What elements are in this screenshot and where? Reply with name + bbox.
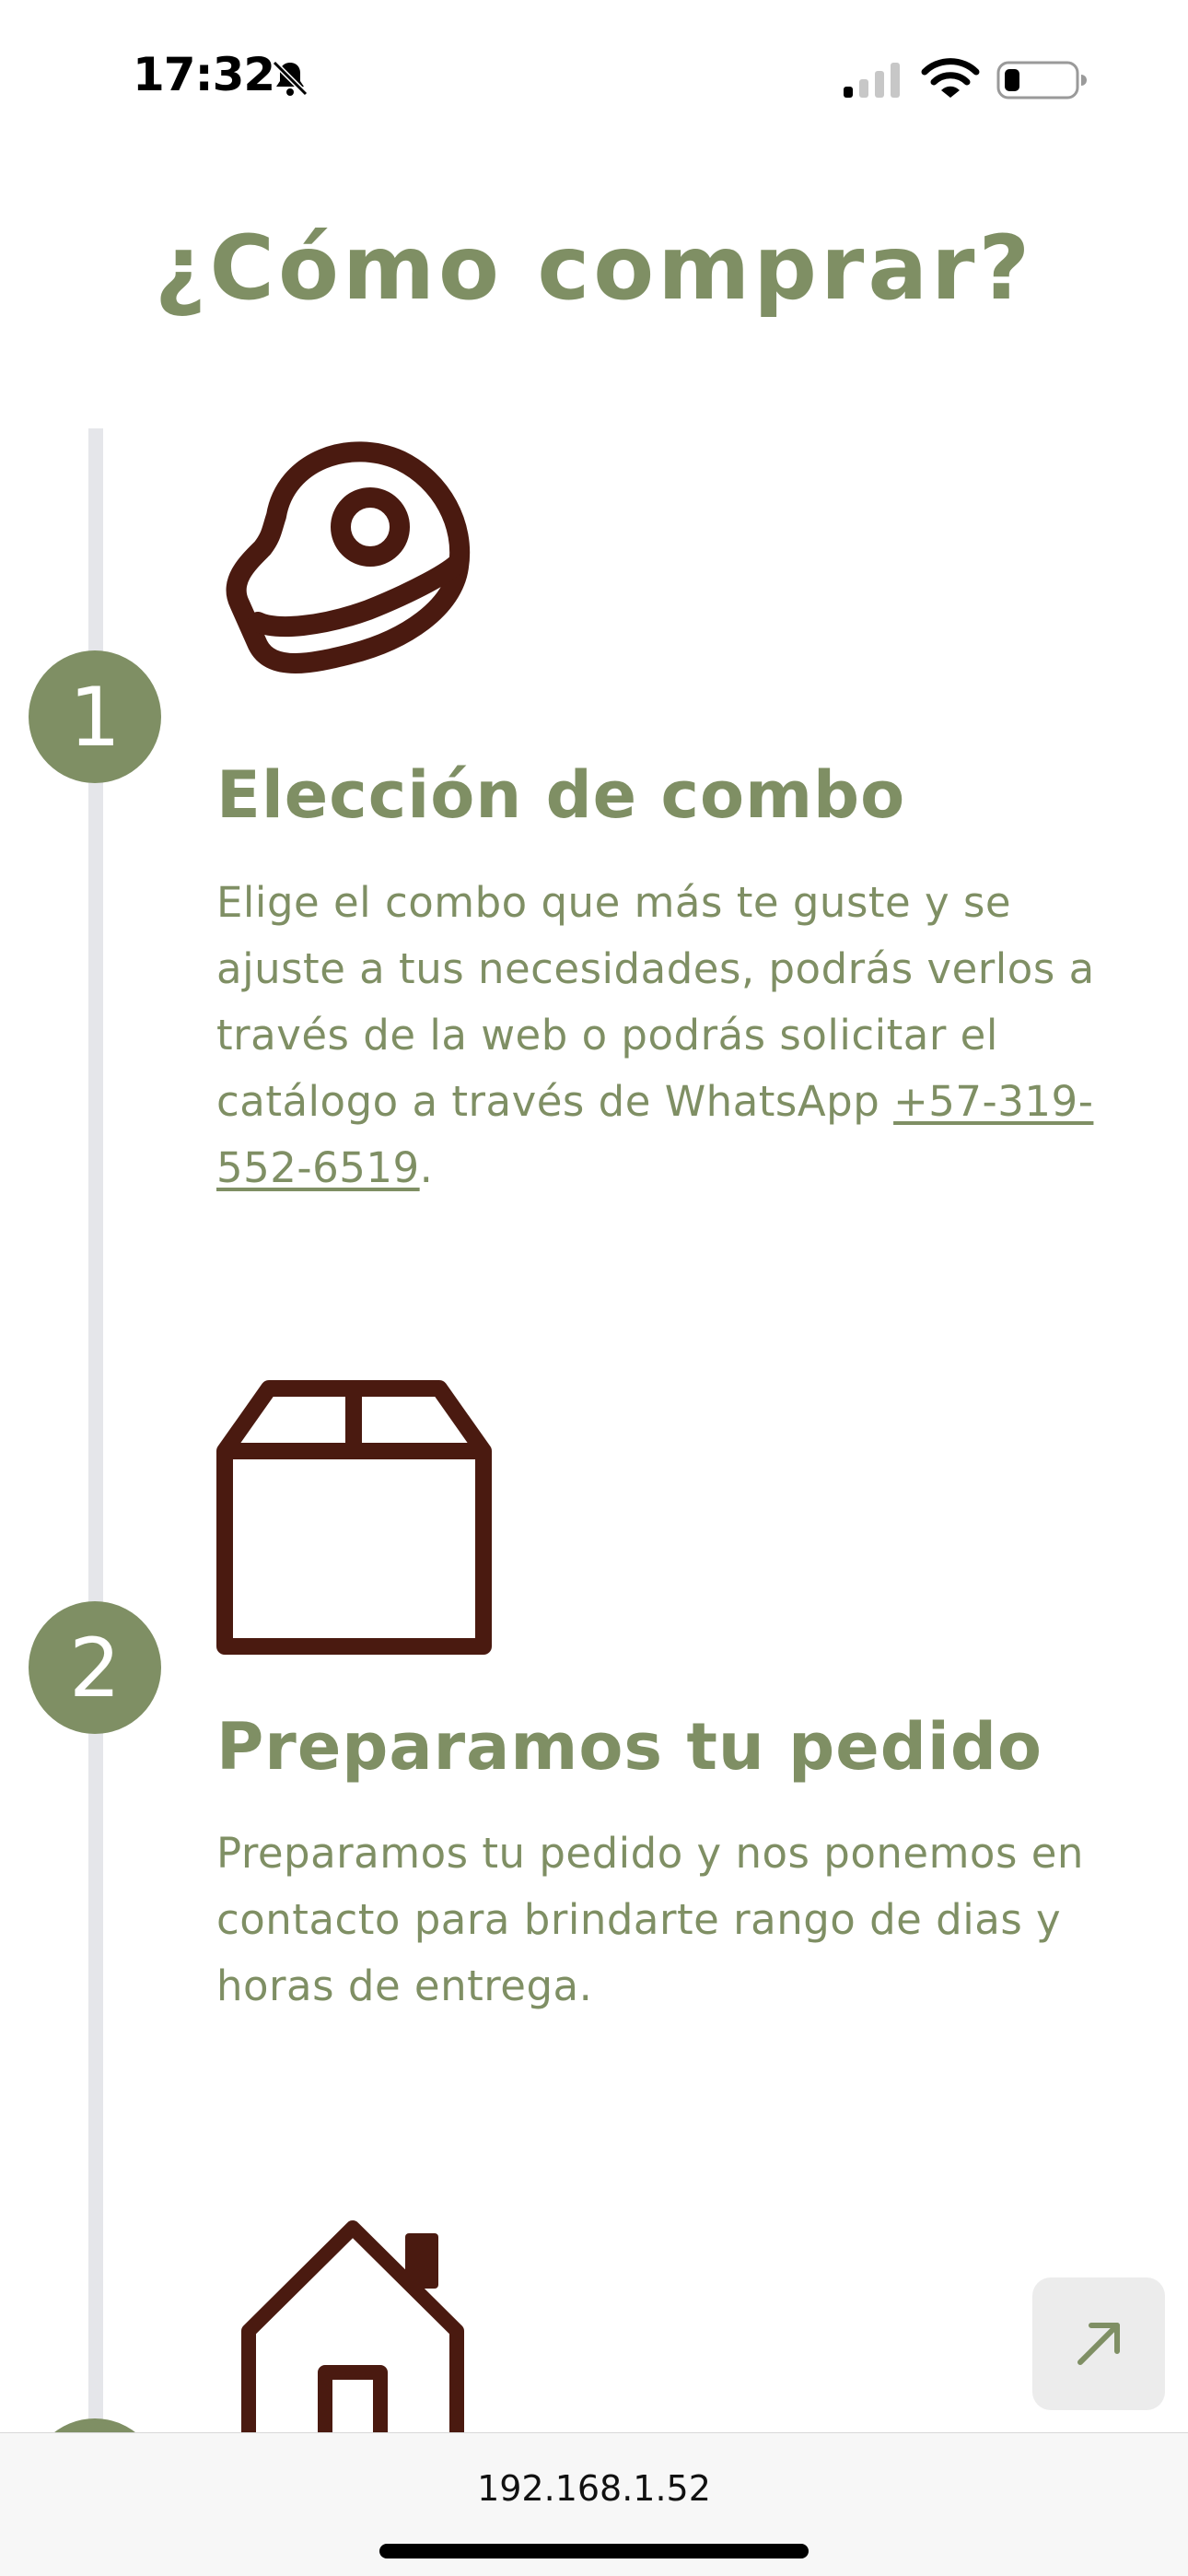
- bell-slash-icon: [272, 60, 309, 97]
- address-url[interactable]: 192.168.1.52: [0, 2468, 1188, 2509]
- step-2-number: 2: [29, 1601, 161, 1734]
- open-external-button[interactable]: [1032, 2277, 1165, 2410]
- step-2-title: Preparamos tu pedido: [216, 1709, 1043, 1785]
- meat-steak-icon: [226, 441, 471, 673]
- battery-icon: [996, 61, 1087, 100]
- step-2-description: Preparamos tu pedido y nos ponemos en co…: [216, 1829, 1084, 2010]
- status-bar: 17:32: [0, 0, 1188, 138]
- step-1-description: Elige el combo que más te guste y se aju…: [216, 870, 1147, 1201]
- step-1-description-end: .: [419, 1143, 434, 1192]
- page-title: ¿Cómo comprar?: [154, 217, 1034, 320]
- step-1-title: Elección de combo: [216, 757, 906, 833]
- arrow-up-right-icon: [1077, 2323, 1120, 2365]
- box-icon: [216, 1380, 492, 1655]
- house-icon: [241, 2220, 464, 2441]
- wifi-icon: [921, 58, 980, 98]
- browser-address-bar[interactable]: 192.168.1.52: [0, 2432, 1188, 2576]
- screen: 17:32 ¿Cómo comprar? 1 Elección de combo…: [0, 0, 1188, 2576]
- step-1-number: 1: [29, 650, 161, 783]
- status-time: 17:32: [133, 48, 275, 101]
- cellular-signal-icon: [844, 63, 900, 98]
- home-indicator[interactable]: [379, 2544, 809, 2558]
